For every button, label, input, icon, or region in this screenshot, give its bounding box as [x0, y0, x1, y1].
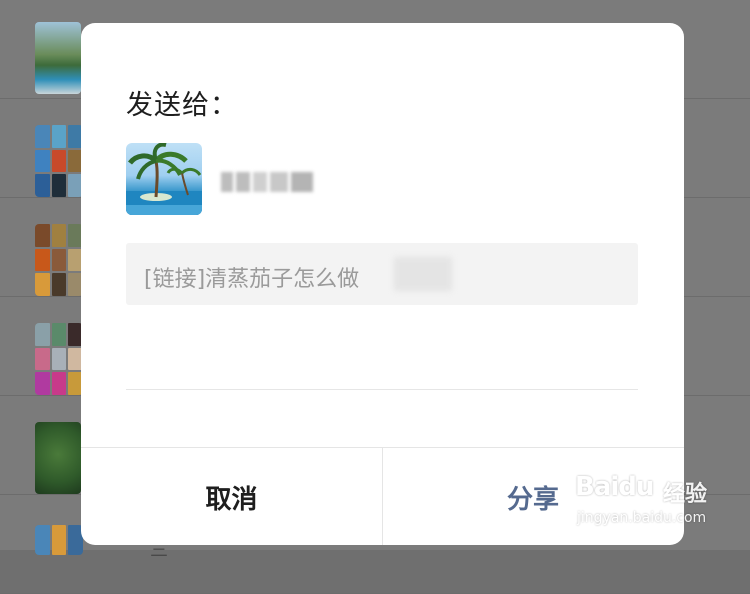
palm-tree-icon [126, 143, 202, 215]
avatar [35, 422, 81, 494]
dialog-title: 发送给： [126, 90, 238, 121]
baidu-logo: Baidu [575, 472, 654, 502]
cancel-button[interactable]: 取消 [81, 448, 383, 545]
watermark-url: jingyan.baidu.com [577, 510, 707, 526]
avatar [35, 323, 83, 395]
recipient-avatar [126, 143, 202, 215]
message-preview-box: [链接]清蒸茄子怎么做 [126, 243, 638, 305]
jingyan-label: 经验 [663, 482, 708, 507]
avatar [35, 525, 83, 555]
recipient-name-blurred [221, 171, 321, 193]
divider [126, 389, 638, 390]
avatar [35, 22, 81, 94]
share-dialog: 发送给： [链接]清蒸茄子怎么做 取消 分享 [81, 23, 684, 545]
message-blurred-region [394, 257, 452, 291]
avatar [35, 224, 83, 296]
baidu-jingyan-watermark: Baidu 经验 jingyan.baidu.com [573, 472, 748, 532]
message-preview-text: [链接]清蒸茄子怎么做 [144, 267, 360, 292]
avatar [35, 125, 83, 197]
